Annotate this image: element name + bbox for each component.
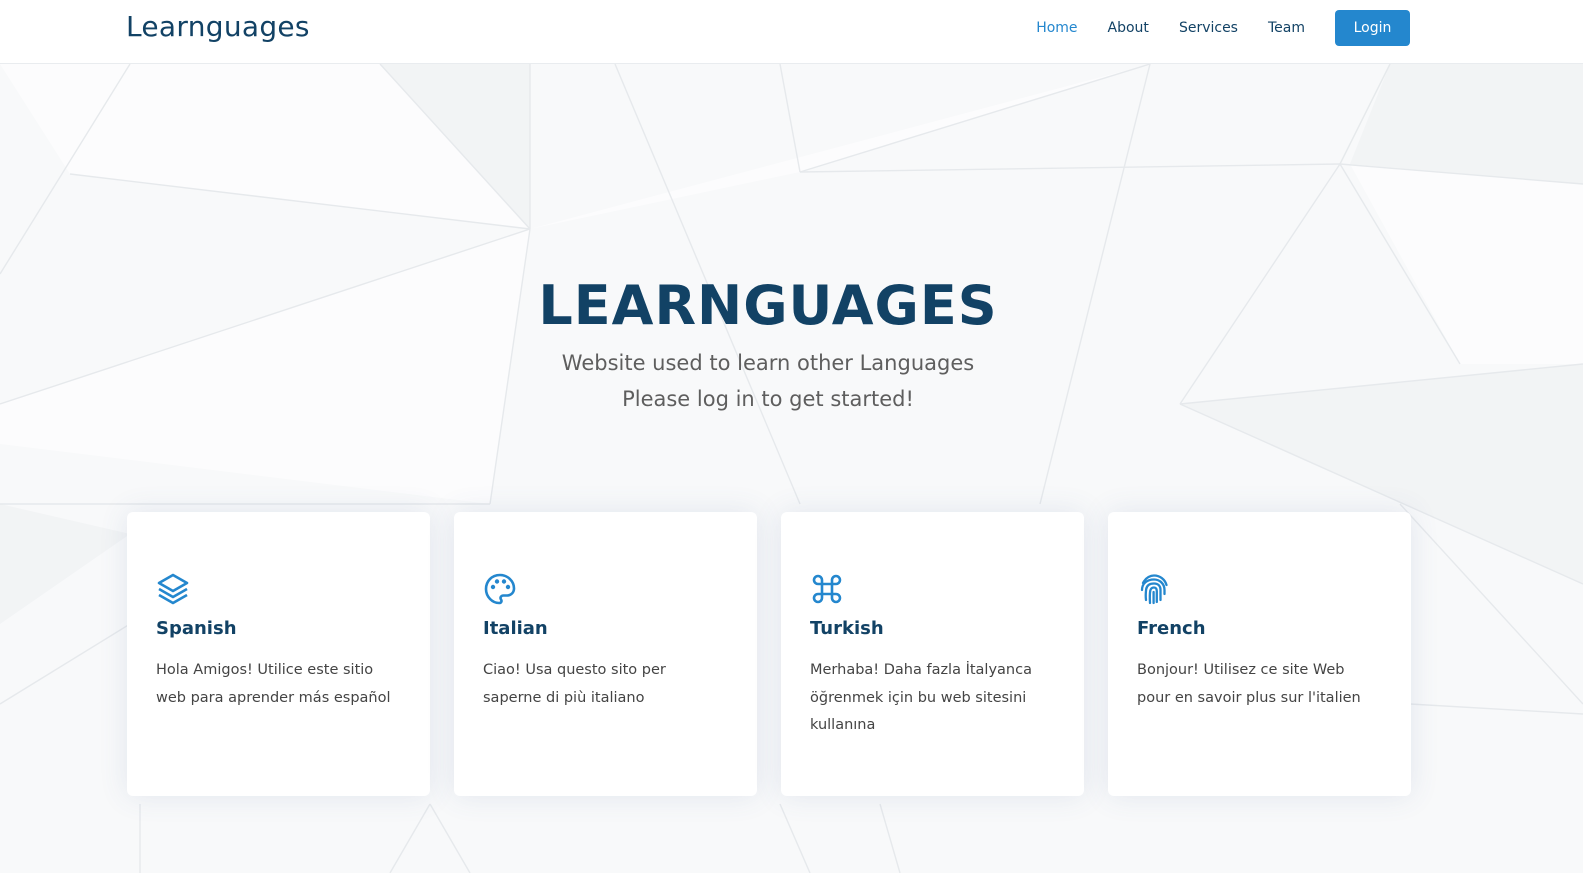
language-card-spanish[interactable]: Spanish Hola Amigos! Utilice este sitio … — [127, 512, 430, 796]
card-title: Italian — [483, 618, 548, 639]
nav-link-team[interactable]: Team — [1268, 20, 1305, 36]
site-header: Learnguages Home About Services Team Log… — [0, 0, 1583, 64]
nav-link-about[interactable]: About — [1108, 20, 1149, 36]
hero-section: LEARNGUAGES Website used to learn other … — [0, 64, 1583, 873]
card-text: Merhaba! Daha fazla İtalyanca öğrenmek i… — [810, 662, 1032, 733]
hero-subtitle-line2: Please log in to get started! — [622, 387, 914, 411]
card-text: Bonjour! Utilisez ce site Web pour en sa… — [1137, 662, 1361, 706]
fingerprint-icon — [1140, 574, 1168, 605]
card-text: Hola Amigos! Utilice este sitio web para… — [156, 662, 391, 706]
nav-link-services[interactable]: Services — [1179, 20, 1238, 36]
card-title: Spanish — [156, 618, 237, 639]
language-card-italian[interactable]: Italian Ciao! Usa questo sito per sapern… — [454, 512, 757, 796]
palette-icon — [484, 573, 516, 605]
login-button[interactable]: Login — [1335, 10, 1410, 46]
card-title: French — [1137, 618, 1206, 639]
card-text: Ciao! Usa questo sito per saperne di più… — [483, 662, 666, 706]
card-title: Turkish — [810, 618, 884, 639]
site-logo[interactable]: Learnguages — [126, 10, 310, 43]
language-card-turkish[interactable]: Turkish Merhaba! Daha fazla İtalyanca öğ… — [781, 512, 1084, 796]
layers-icon — [157, 573, 189, 605]
nav-link-home[interactable]: Home — [1036, 20, 1077, 36]
command-icon — [812, 574, 842, 604]
main-nav: Home About Services Team Login — [1006, 10, 1410, 46]
hero-subtitle-line1: Website used to learn other Languages — [561, 351, 975, 375]
hero-title: LEARNGUAGES — [538, 274, 998, 337]
language-card-french[interactable]: French Bonjour! Utilisez ce site Web pou… — [1108, 512, 1411, 796]
